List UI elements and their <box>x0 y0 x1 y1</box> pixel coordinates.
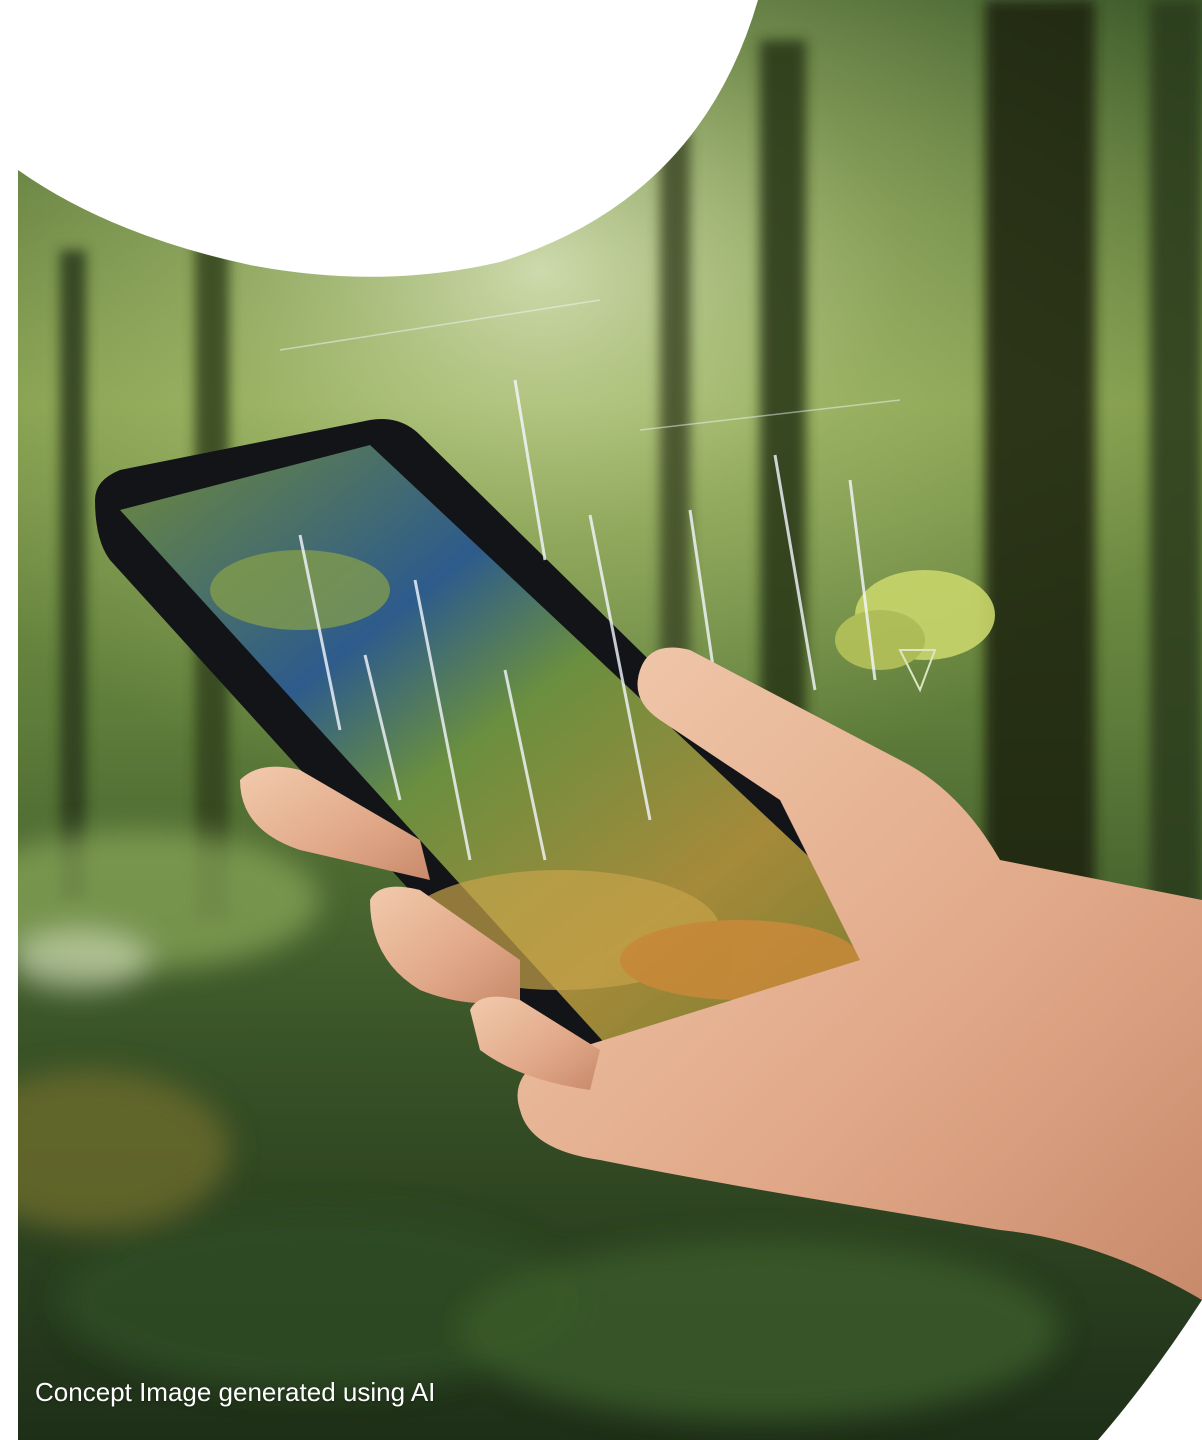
forest-photo-scene <box>0 0 1202 1440</box>
image-caption: Concept Image generated using AI <box>35 1377 436 1407</box>
